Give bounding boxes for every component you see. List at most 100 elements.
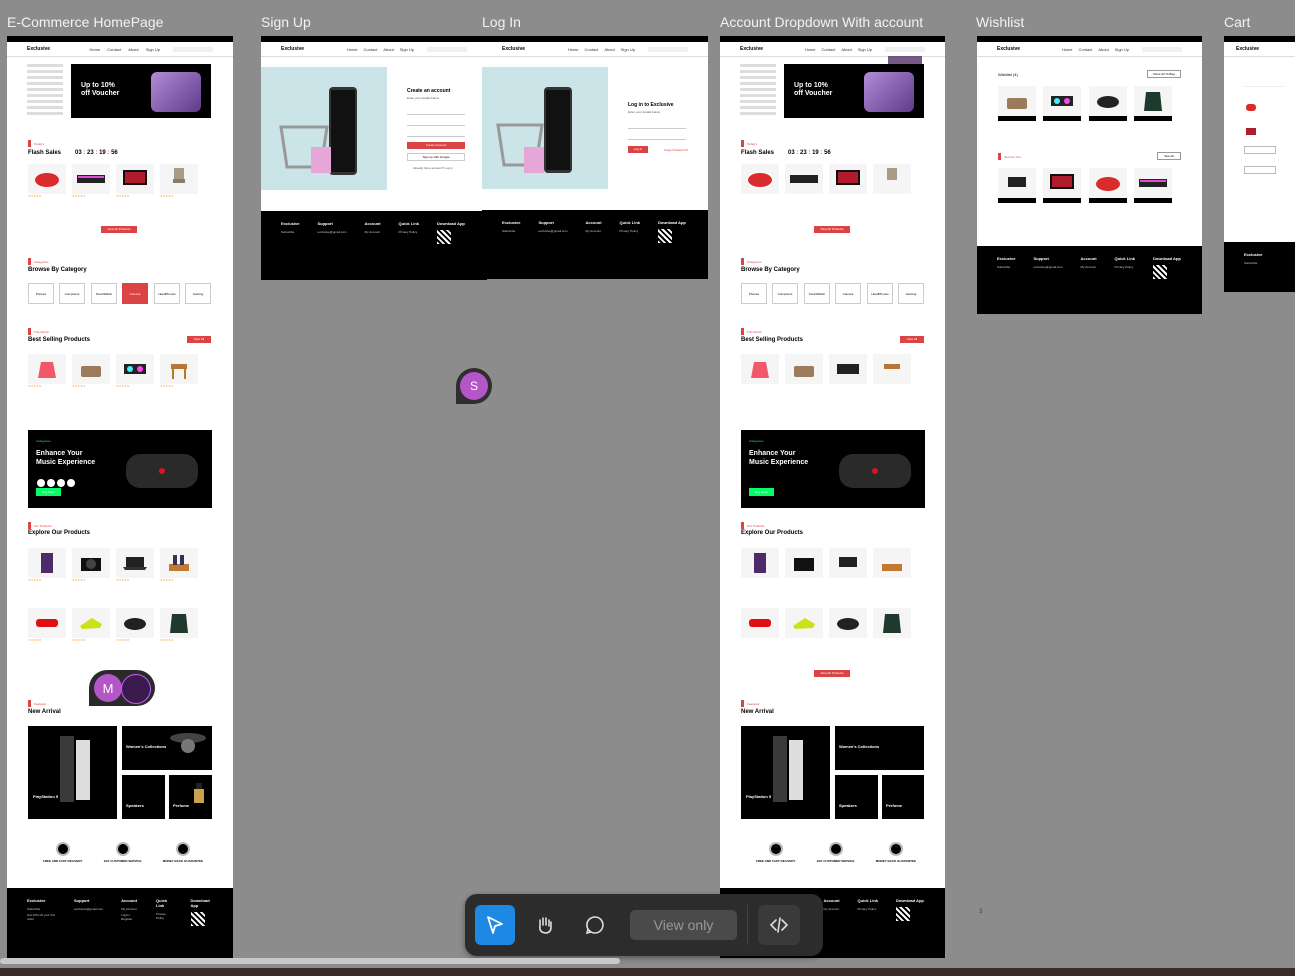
create-account-button[interactable]: Create Account [407, 142, 465, 149]
return-shop-button[interactable] [1244, 146, 1276, 154]
category-camera[interactable]: Camera [122, 283, 148, 304]
product-card[interactable]: ★★★★★ [72, 548, 110, 582]
category-gaming[interactable]: Gaming [185, 283, 211, 304]
forgot-password-link[interactable]: Forget Password? [664, 148, 688, 152]
password-field[interactable] [407, 132, 465, 137]
frame-home[interactable]: Exclusive Home Contact About Sign Up Up … [7, 36, 233, 958]
category-headphones[interactable]: HeadPhones [154, 283, 180, 304]
avatar-image[interactable] [121, 674, 151, 704]
arrival-ps5[interactable]: PlayStation 5 [28, 726, 117, 819]
wishlist-title: Wishlist (4) [998, 72, 1018, 77]
category-phones[interactable]: Phones [741, 283, 767, 304]
cursor-icon [487, 916, 503, 934]
product-card[interactable]: ★★★★★ [28, 548, 66, 582]
category-computers[interactable]: Computers [772, 283, 798, 304]
see-all-button[interactable]: See All [1157, 152, 1181, 160]
phone-image [151, 72, 201, 112]
frame-title-signup[interactable]: Sign Up [261, 14, 311, 30]
view-all-products-button[interactable]: View All Products [814, 226, 850, 233]
name-field[interactable] [407, 110, 465, 115]
product-card[interactable]: ★★★★★ [116, 164, 154, 198]
comment-tool-button[interactable] [575, 905, 615, 945]
nav-link[interactable]: Contact [107, 47, 121, 52]
collaborator-cursor: S [456, 368, 492, 404]
product-card[interactable] [873, 164, 911, 194]
frame-title-wishlist[interactable]: Wishlist [976, 14, 1024, 30]
product-card[interactable]: ★★★★★ [116, 548, 154, 582]
product-card[interactable]: ★★★★★ [72, 354, 110, 388]
arrival-title: New Arrival [28, 709, 61, 715]
product-card[interactable]: ★★★★★ [28, 608, 66, 642]
frame-signup[interactable]: Exclusive Home Contact About Sign Up Create … [261, 36, 487, 280]
view-all-products-button[interactable]: View All Products [101, 226, 137, 233]
password-field[interactable] [628, 135, 686, 140]
product-card[interactable]: ★★★★★ [160, 608, 198, 642]
just-for-you-tag: Just For You [998, 153, 1021, 160]
google-signup-button[interactable]: Sign up with Google [407, 153, 465, 161]
music-banner[interactable]: Categories Enhance Your Music Experience … [28, 430, 212, 508]
product-card[interactable]: ★★★★★ [160, 164, 198, 198]
category-headphones[interactable]: HeadPhones [867, 283, 893, 304]
product-card[interactable]: ★★★★★ [28, 354, 66, 388]
dev-mode-button[interactable] [758, 905, 800, 945]
hero-banner[interactable]: Up to 10% off Voucher [784, 64, 924, 118]
signup-image [261, 67, 387, 190]
frame-cart[interactable]: Exclusive Exclusive Subscribe [1224, 36, 1295, 292]
frame-account[interactable]: Exclusive Home Contact About Sign Up Up to 1… [720, 36, 945, 958]
frame-title-cart[interactable]: Cart [1224, 14, 1250, 30]
nav-link[interactable]: About [128, 47, 138, 52]
arrival-speakers[interactable]: Speakers [122, 775, 165, 819]
best-title: Best Selling Products [28, 337, 91, 343]
category-camera[interactable]: Camera [835, 283, 861, 304]
category-smartwatch[interactable]: SmartWatch [804, 283, 830, 304]
avatar-m[interactable]: M [94, 674, 122, 702]
frame-wishlist[interactable]: Exclusive Home Contact About Sign Up Wishlis… [977, 36, 1202, 314]
search-input[interactable] [173, 46, 213, 52]
product-card[interactable]: ★★★★★ [160, 354, 198, 388]
email-field[interactable] [407, 121, 465, 126]
move-tool-button[interactable] [475, 905, 515, 945]
category-smartwatch[interactable]: SmartWatch [91, 283, 117, 304]
product-card[interactable] [785, 164, 823, 194]
buy-now-button[interactable]: Buy Now! [36, 488, 61, 496]
signup-title: Create an account [407, 88, 451, 94]
view-all-button[interactable]: View All [900, 336, 924, 343]
hand-tool-button[interactable] [525, 905, 565, 945]
arrival-women[interactable]: Women's Collections [122, 726, 212, 770]
view-all-products-button[interactable]: View All Products [814, 670, 850, 677]
move-all-button[interactable]: Move All To Bag [1147, 70, 1181, 78]
toolbar: View only [465, 894, 823, 956]
hero-banner[interactable]: Up to 10% off Voucher [71, 64, 211, 118]
nav-link[interactable]: Sign Up [146, 47, 160, 52]
arrival-perfume[interactable]: Perfume [169, 775, 212, 819]
categories-title: Browse By Category [28, 267, 87, 273]
product-card[interactable]: ★★★★★ [72, 164, 110, 198]
music-banner[interactable]: Categories Enhance Your Music Experience … [741, 430, 925, 508]
frame-login[interactable]: Exclusive Home Contact About Sign Up Log in … [482, 36, 708, 279]
category-gaming[interactable]: Gaming [898, 283, 924, 304]
login-button[interactable]: Log In [628, 146, 648, 153]
product-card[interactable]: ★★★★★ [28, 164, 66, 198]
email-field[interactable] [628, 124, 686, 129]
nav-links: Home Contact About Sign Up [86, 47, 163, 52]
category-sidebar [27, 64, 63, 118]
explore-tag: Our Products [28, 522, 52, 529]
product-card[interactable]: ★★★★★ [72, 608, 110, 642]
logo: Exclusive [27, 46, 51, 52]
product-card[interactable]: ★★★★★ [116, 608, 154, 642]
avatar-s[interactable]: S [460, 372, 488, 400]
nav-link[interactable]: Home [89, 47, 100, 52]
frame-title-login[interactable]: Log In [482, 14, 521, 30]
frame-title-account[interactable]: Account Dropdown With account [720, 14, 923, 30]
hero-line-2: off Voucher [81, 90, 120, 97]
product-card[interactable] [741, 164, 779, 194]
view-all-button[interactable]: View All [187, 336, 211, 343]
product-card[interactable] [829, 164, 867, 194]
category-phones[interactable]: Phones [28, 283, 54, 304]
category-computers[interactable]: Computers [59, 283, 85, 304]
horizontal-scrollbar[interactable] [0, 958, 620, 964]
frame-title-home[interactable]: E-Commerce HomePage [7, 14, 163, 30]
coupon-input[interactable] [1244, 166, 1276, 174]
product-card[interactable]: ★★★★★ [160, 548, 198, 582]
product-card[interactable]: ★★★★★ [116, 354, 154, 388]
